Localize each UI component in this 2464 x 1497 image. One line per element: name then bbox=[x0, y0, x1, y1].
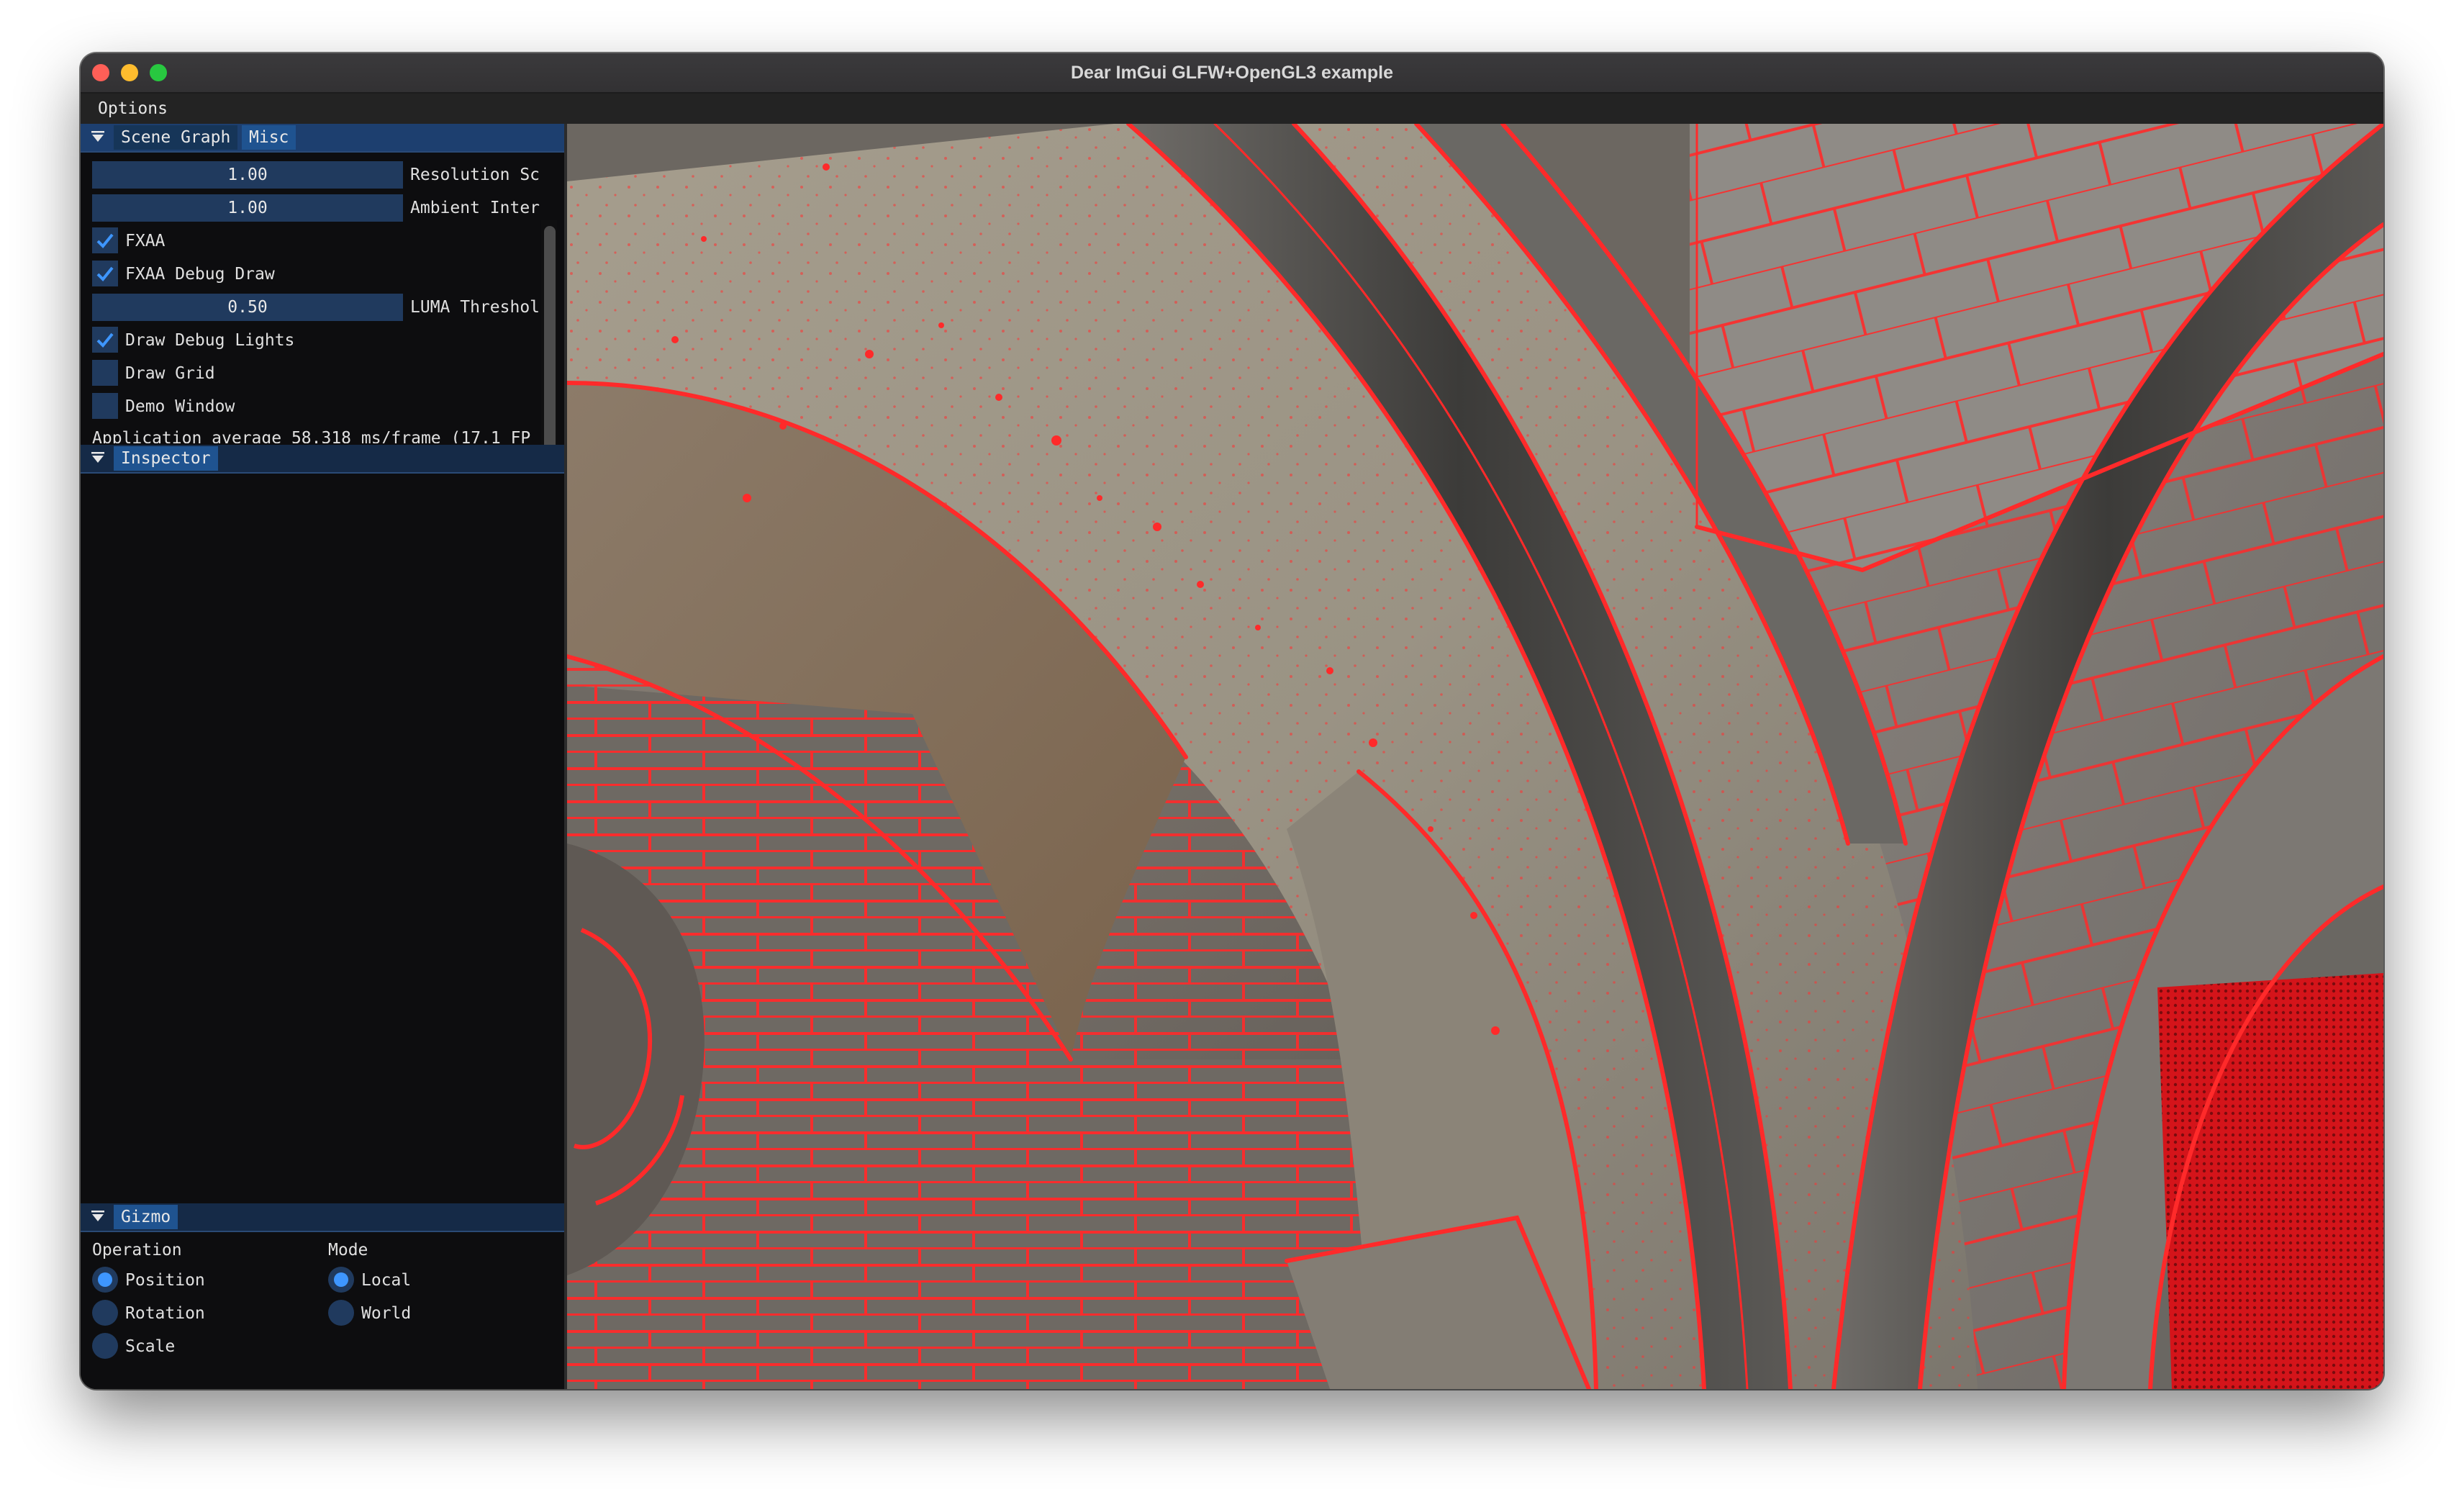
position-radio-label: Position bbox=[125, 1271, 205, 1290]
slider-value: 1.00 bbox=[227, 166, 268, 184]
luma-threshold-slider[interactable]: 0.50 bbox=[92, 294, 403, 321]
local-radio-label: Local bbox=[361, 1271, 412, 1290]
app-window: Dear ImGui GLFW+OpenGL3 example Options … bbox=[81, 53, 2383, 1389]
resolution-scale-slider[interactable]: 1.00 bbox=[92, 161, 403, 189]
scene-render bbox=[567, 124, 2383, 1389]
gizmo-panel-header[interactable]: Gizmo bbox=[81, 1203, 564, 1232]
tab-gizmo[interactable]: Gizmo bbox=[114, 1205, 178, 1229]
tab-scene-graph[interactable]: Scene Graph bbox=[114, 125, 238, 150]
check-mark-icon bbox=[96, 333, 114, 348]
tab-inspector[interactable]: Inspector bbox=[114, 446, 218, 471]
collapse-arrow-icon[interactable] bbox=[89, 1208, 107, 1225]
mode-label: Mode bbox=[328, 1241, 368, 1259]
scene-graph-panel-header[interactable]: Scene Graph Misc bbox=[81, 124, 564, 153]
inspector-panel-header[interactable]: Inspector bbox=[81, 445, 564, 474]
rotation-radio-label: Rotation bbox=[125, 1304, 205, 1323]
ambient-intensity-label: Ambient Inter bbox=[410, 199, 540, 217]
check-mark-icon bbox=[96, 266, 114, 281]
luma-threshold-label: LUMA Threshol bbox=[410, 298, 540, 317]
operation-label: Operation bbox=[92, 1241, 182, 1259]
demo-window-checkbox[interactable] bbox=[92, 393, 118, 419]
fxaa-checkbox[interactable] bbox=[92, 227, 118, 253]
menu-options[interactable]: Options bbox=[98, 94, 168, 124]
scale-radio-label: Scale bbox=[125, 1337, 176, 1356]
world-radio-label: World bbox=[361, 1304, 412, 1323]
tab-misc[interactable]: Misc bbox=[242, 125, 296, 150]
collapse-arrow-icon[interactable] bbox=[89, 128, 107, 145]
draw-debug-lights-label: Draw Debug Lights bbox=[125, 331, 295, 350]
demo-window-label: Demo Window bbox=[125, 397, 235, 416]
3d-viewport[interactable] bbox=[567, 124, 2383, 1389]
draw-debug-lights-checkbox[interactable] bbox=[92, 327, 118, 353]
title-bar[interactable]: Dear ImGui GLFW+OpenGL3 example bbox=[81, 53, 2383, 94]
check-mark-icon bbox=[96, 233, 114, 248]
draw-grid-label: Draw Grid bbox=[125, 364, 215, 383]
inspector-panel-body bbox=[81, 474, 564, 1198]
scale-radio[interactable] bbox=[92, 1333, 118, 1359]
draw-grid-checkbox[interactable] bbox=[92, 360, 118, 386]
fxaa-debug-draw-label: FXAA Debug Draw bbox=[125, 265, 275, 284]
collapse-arrow-icon[interactable] bbox=[89, 449, 107, 466]
window-title: Dear ImGui GLFW+OpenGL3 example bbox=[1070, 63, 1394, 83]
menu-bar: Options bbox=[81, 94, 2383, 124]
local-radio[interactable] bbox=[328, 1267, 354, 1293]
slider-value: 0.50 bbox=[227, 298, 268, 317]
fxaa-label: FXAA bbox=[125, 232, 166, 250]
position-radio[interactable] bbox=[92, 1267, 118, 1293]
world-radio[interactable] bbox=[328, 1300, 354, 1326]
resolution-scale-label: Resolution Sc bbox=[410, 166, 540, 184]
gizmo-panel-body: Operation Mode Position Rotation Scale L… bbox=[81, 1232, 564, 1389]
slider-value: 1.00 bbox=[227, 199, 268, 217]
rotation-radio[interactable] bbox=[92, 1300, 118, 1326]
fxaa-debug-draw-checkbox[interactable] bbox=[92, 261, 118, 286]
ambient-intensity-slider[interactable]: 1.00 bbox=[92, 194, 403, 222]
frame-time-status: Application average 58.318 ms/frame (17.… bbox=[92, 429, 531, 443]
sidebar: Scene Graph Misc 1.00 Resolution Sc 1.00… bbox=[81, 124, 564, 1389]
misc-panel-body: 1.00 Resolution Sc 1.00 Ambient Inter FX… bbox=[81, 153, 564, 443]
